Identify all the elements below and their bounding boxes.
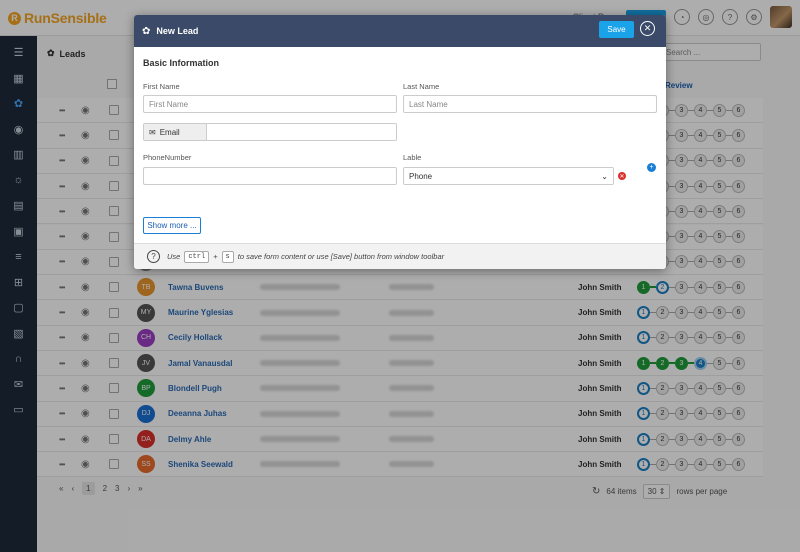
first-name-input[interactable]: First Name	[143, 95, 397, 113]
hint-plus: +	[213, 252, 218, 261]
email-input[interactable]	[207, 124, 396, 140]
hint-text: to save form content or use [Save] butto…	[237, 252, 445, 261]
modal-title: New Lead	[156, 26, 199, 36]
phone-label: PhoneNumber	[143, 153, 192, 162]
remove-phone-icon[interactable]: ✕	[618, 172, 626, 180]
first-name-label: First Name	[143, 82, 180, 91]
lable-select-value: Phone	[409, 172, 433, 181]
email-field[interactable]: ✉ Email	[143, 123, 397, 141]
modal-footer-hint: ? Use ctrl + s to save form content or u…	[134, 243, 666, 269]
save-button[interactable]: Save	[599, 21, 634, 38]
leads-icon: ✿	[142, 25, 151, 37]
show-more-button[interactable]: Show more ...	[143, 217, 201, 234]
section-title: Basic Information	[143, 58, 220, 68]
lable-select[interactable]: Phone ⌄	[403, 167, 614, 185]
help-icon: ?	[147, 250, 160, 263]
ctrl-key: ctrl	[184, 250, 210, 263]
last-name-input[interactable]: Last Name	[403, 95, 657, 113]
email-label: Email	[159, 127, 180, 137]
chevron-down-icon: ⌄	[601, 172, 608, 181]
new-lead-modal: ✿ New Lead Save ✕ Basic Information Firs…	[134, 15, 666, 269]
lable-label: Lable	[403, 153, 422, 162]
hint-use: Use	[167, 252, 181, 261]
s-key: s	[221, 250, 234, 263]
envelope-icon: ✉	[149, 127, 156, 137]
close-icon[interactable]: ✕	[640, 21, 655, 36]
phone-input[interactable]	[143, 167, 397, 185]
email-addon: ✉ Email	[144, 124, 207, 140]
add-phone-icon[interactable]: +	[647, 163, 656, 172]
last-name-label: Last Name	[403, 82, 440, 91]
modal-header: ✿ New Lead Save ✕	[134, 15, 666, 47]
